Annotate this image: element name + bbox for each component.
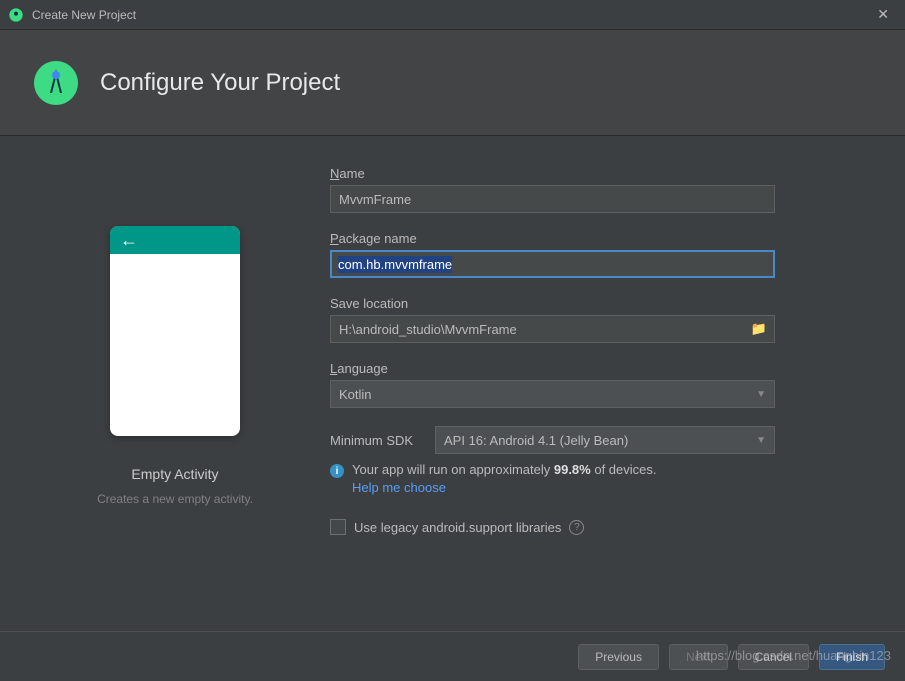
package-group: Package name com.hb.mvvmframe [330, 231, 875, 278]
titlebar: Create New Project ✕ [0, 0, 905, 30]
language-dropdown[interactable]: Kotlin ▼ [330, 380, 775, 408]
next-button[interactable]: Next [669, 644, 728, 670]
language-label: Language [330, 361, 875, 376]
save-location-label: Save location [330, 296, 875, 311]
legacy-support-checkbox[interactable] [330, 519, 346, 535]
form-panel: Name Package name com.hb.mvvmframe Save … [320, 166, 875, 606]
phone-preview: ← [110, 226, 240, 436]
chevron-down-icon: ▼ [756, 435, 766, 446]
content: ← Empty Activity Creates a new empty act… [0, 136, 905, 616]
min-sdk-label: Minimum SDK [330, 433, 425, 448]
back-arrow-icon: ← [120, 230, 138, 251]
language-group: Language Kotlin ▼ [330, 361, 875, 408]
chevron-down-icon: ▼ [756, 389, 766, 400]
android-studio-logo-icon [32, 59, 80, 107]
sdk-info-text: Your app will run on approximately 99.8%… [352, 462, 657, 477]
sdk-info: i Your app will run on approximately 99.… [330, 462, 875, 478]
cancel-button[interactable]: Cancel [738, 644, 809, 670]
android-studio-icon [8, 7, 24, 23]
info-icon: i [330, 464, 344, 478]
finish-button[interactable]: Finish [819, 644, 885, 670]
name-label: Name [330, 166, 875, 181]
min-sdk-dropdown[interactable]: API 16: Android 4.1 (Jelly Bean) ▼ [435, 426, 775, 454]
name-group: Name [330, 166, 875, 213]
package-input[interactable]: com.hb.mvvmframe [330, 250, 775, 278]
help-icon[interactable]: ? [569, 520, 584, 535]
legacy-support-label: Use legacy android.support libraries [354, 520, 561, 535]
footer: Previous Next Cancel Finish [0, 631, 905, 681]
save-location-group: Save location 📁 [330, 296, 875, 343]
header: Configure Your Project [0, 30, 905, 136]
preview-panel: ← Empty Activity Creates a new empty act… [30, 166, 320, 606]
window-title: Create New Project [32, 8, 869, 22]
package-label: Package name [330, 231, 875, 246]
preview-description: Creates a new empty activity. [97, 492, 253, 506]
name-input[interactable] [330, 185, 775, 213]
save-location-input[interactable] [330, 315, 775, 343]
page-title: Configure Your Project [100, 69, 340, 97]
close-icon[interactable]: ✕ [869, 4, 897, 25]
preview-title: Empty Activity [131, 466, 218, 482]
phone-appbar: ← [110, 226, 240, 254]
folder-icon[interactable]: 📁 [751, 321, 767, 337]
previous-button[interactable]: Previous [578, 644, 659, 670]
help-me-choose-link[interactable]: Help me choose [352, 480, 875, 495]
min-sdk-group: Minimum SDK API 16: Android 4.1 (Jelly B… [330, 426, 875, 495]
legacy-support-row: Use legacy android.support libraries ? [330, 519, 875, 535]
